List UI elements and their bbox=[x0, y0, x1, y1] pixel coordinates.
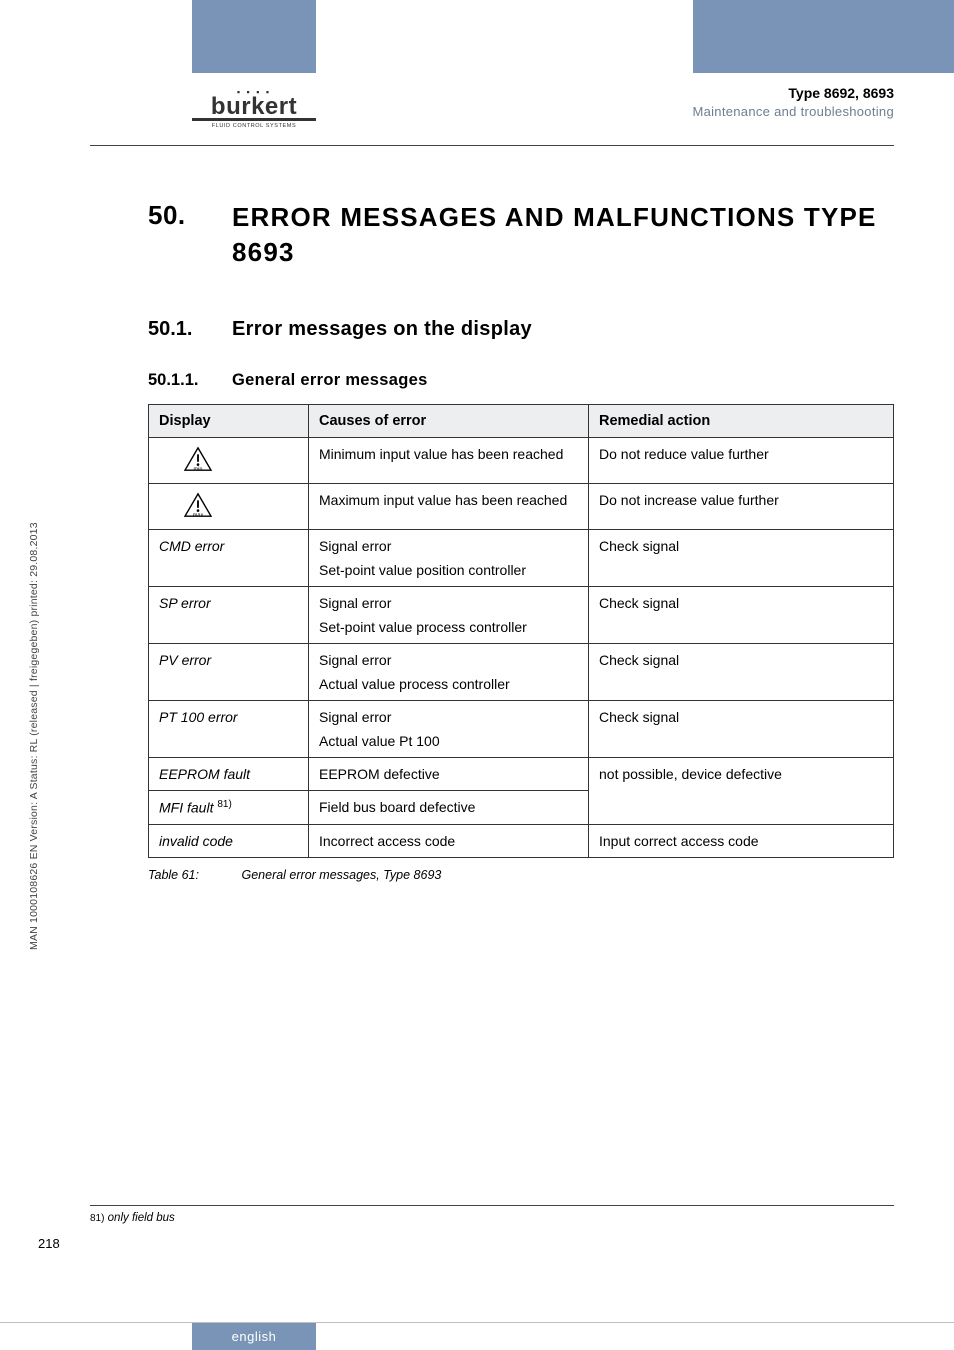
header-text-block: Type 8692, 8693 Maintenance and troubles… bbox=[554, 85, 954, 119]
table-row: PT 100 errorSignal errorActual value Pt … bbox=[149, 701, 894, 758]
cell-causes: Signal errorActual value Pt 100 bbox=[309, 701, 589, 758]
warning-triangle-icon: max bbox=[183, 492, 213, 518]
subsection-number: 50.1. bbox=[148, 318, 232, 341]
table-caption: Table 61: General error messages, Type 8… bbox=[148, 868, 894, 882]
cell-causes: Incorrect access code bbox=[309, 824, 589, 857]
cell-causes: Signal errorSet-point value process cont… bbox=[309, 587, 589, 644]
cell-remedial: not possible, device defective bbox=[589, 758, 894, 825]
footnote-text: only field bus bbox=[108, 1212, 175, 1224]
section-title: ERROR MESSAGES AND MALFUNCTIONS TYPE 869… bbox=[232, 200, 894, 270]
svg-text:max: max bbox=[193, 513, 204, 518]
table-header-row: Display Causes of error Remedial action bbox=[149, 405, 894, 438]
table-row: PV errorSignal errorActual value process… bbox=[149, 644, 894, 701]
cell-causes: Signal errorSet-point value position con… bbox=[309, 530, 589, 587]
header-divider bbox=[90, 145, 894, 146]
table-row: CMD errorSignal errorSet-point value pos… bbox=[149, 530, 894, 587]
cell-display: PV error bbox=[149, 644, 309, 701]
logo-tagline: FLUID CONTROL SYSTEMS bbox=[192, 123, 316, 130]
cell-causes: Maximum input value has been reached bbox=[309, 484, 589, 530]
spine-text: MAN 1000108626 EN Version: A Status: RL … bbox=[28, 522, 40, 950]
caption-label: Table 61: bbox=[148, 868, 238, 882]
warning-triangle-icon: min bbox=[183, 446, 213, 472]
col-header-causes: Causes of error bbox=[309, 405, 589, 438]
header-subtitle: Maintenance and troubleshooting bbox=[554, 104, 894, 119]
cell-remedial: Check signal bbox=[589, 530, 894, 587]
cell-causes: Field bus board defective bbox=[309, 791, 589, 825]
table-row: SP errorSignal errorSet-point value proc… bbox=[149, 587, 894, 644]
table-row: max Maximum input value has been reached… bbox=[149, 484, 894, 530]
cell-causes: EEPROM defective bbox=[309, 758, 589, 791]
col-header-display: Display bbox=[149, 405, 309, 438]
logo-name: burkert bbox=[192, 96, 316, 118]
subsubsection-heading: 50.1.1. General error messages bbox=[148, 371, 894, 390]
caption-text: General error messages, Type 8693 bbox=[241, 868, 441, 882]
cell-display: invalid code bbox=[149, 824, 309, 857]
brand-logo: ▪ ▪ ▪ ▪ burkert FLUID CONTROL SYSTEMS bbox=[192, 88, 316, 130]
col-header-remedial: Remedial action bbox=[589, 405, 894, 438]
cell-display: min bbox=[149, 438, 309, 484]
header-blue-strip bbox=[693, 0, 954, 73]
section-heading: 50. ERROR MESSAGES AND MALFUNCTIONS TYPE… bbox=[148, 200, 894, 270]
table-row: EEPROM faultEEPROM defectivenot possible… bbox=[149, 758, 894, 791]
footnote: 81) only field bus bbox=[90, 1212, 175, 1224]
cell-remedial: Check signal bbox=[589, 644, 894, 701]
subsubsection-title: General error messages bbox=[232, 371, 428, 390]
main-content: 50. ERROR MESSAGES AND MALFUNCTIONS TYPE… bbox=[148, 200, 894, 882]
table-row: min Minimum input value has been reached… bbox=[149, 438, 894, 484]
subsubsection-number: 50.1.1. bbox=[148, 371, 232, 390]
language-tab: english bbox=[192, 1323, 316, 1350]
subsection-title: Error messages on the display bbox=[232, 318, 532, 341]
header-type-line: Type 8692, 8693 bbox=[554, 85, 894, 101]
header-blue-block bbox=[192, 0, 316, 73]
cell-causes: Minimum input value has been reached bbox=[309, 438, 589, 484]
footnote-divider bbox=[90, 1205, 894, 1206]
cell-display: EEPROM fault bbox=[149, 758, 309, 791]
cell-display: SP error bbox=[149, 587, 309, 644]
table-row: invalid codeIncorrect access codeInput c… bbox=[149, 824, 894, 857]
cell-remedial: Do not increase value further bbox=[589, 484, 894, 530]
cell-display: CMD error bbox=[149, 530, 309, 587]
svg-text:min: min bbox=[194, 467, 203, 472]
cell-remedial: Check signal bbox=[589, 587, 894, 644]
cell-remedial: Check signal bbox=[589, 701, 894, 758]
page-header: ▪ ▪ ▪ ▪ burkert FLUID CONTROL SYSTEMS Ty… bbox=[0, 0, 954, 120]
cell-causes: Signal errorActual value process control… bbox=[309, 644, 589, 701]
cell-remedial: Input correct access code bbox=[589, 824, 894, 857]
footnote-marker: 81) bbox=[90, 1213, 104, 1224]
error-messages-table: Display Causes of error Remedial action … bbox=[148, 404, 894, 858]
subsection-heading: 50.1. Error messages on the display bbox=[148, 318, 894, 341]
cell-display: MFI fault 81) bbox=[149, 791, 309, 825]
page-number: 218 bbox=[38, 1236, 60, 1251]
cell-display: max bbox=[149, 484, 309, 530]
bottom-divider bbox=[0, 1322, 954, 1323]
cell-remedial: Do not reduce value further bbox=[589, 438, 894, 484]
cell-display: PT 100 error bbox=[149, 701, 309, 758]
section-number: 50. bbox=[148, 200, 232, 231]
